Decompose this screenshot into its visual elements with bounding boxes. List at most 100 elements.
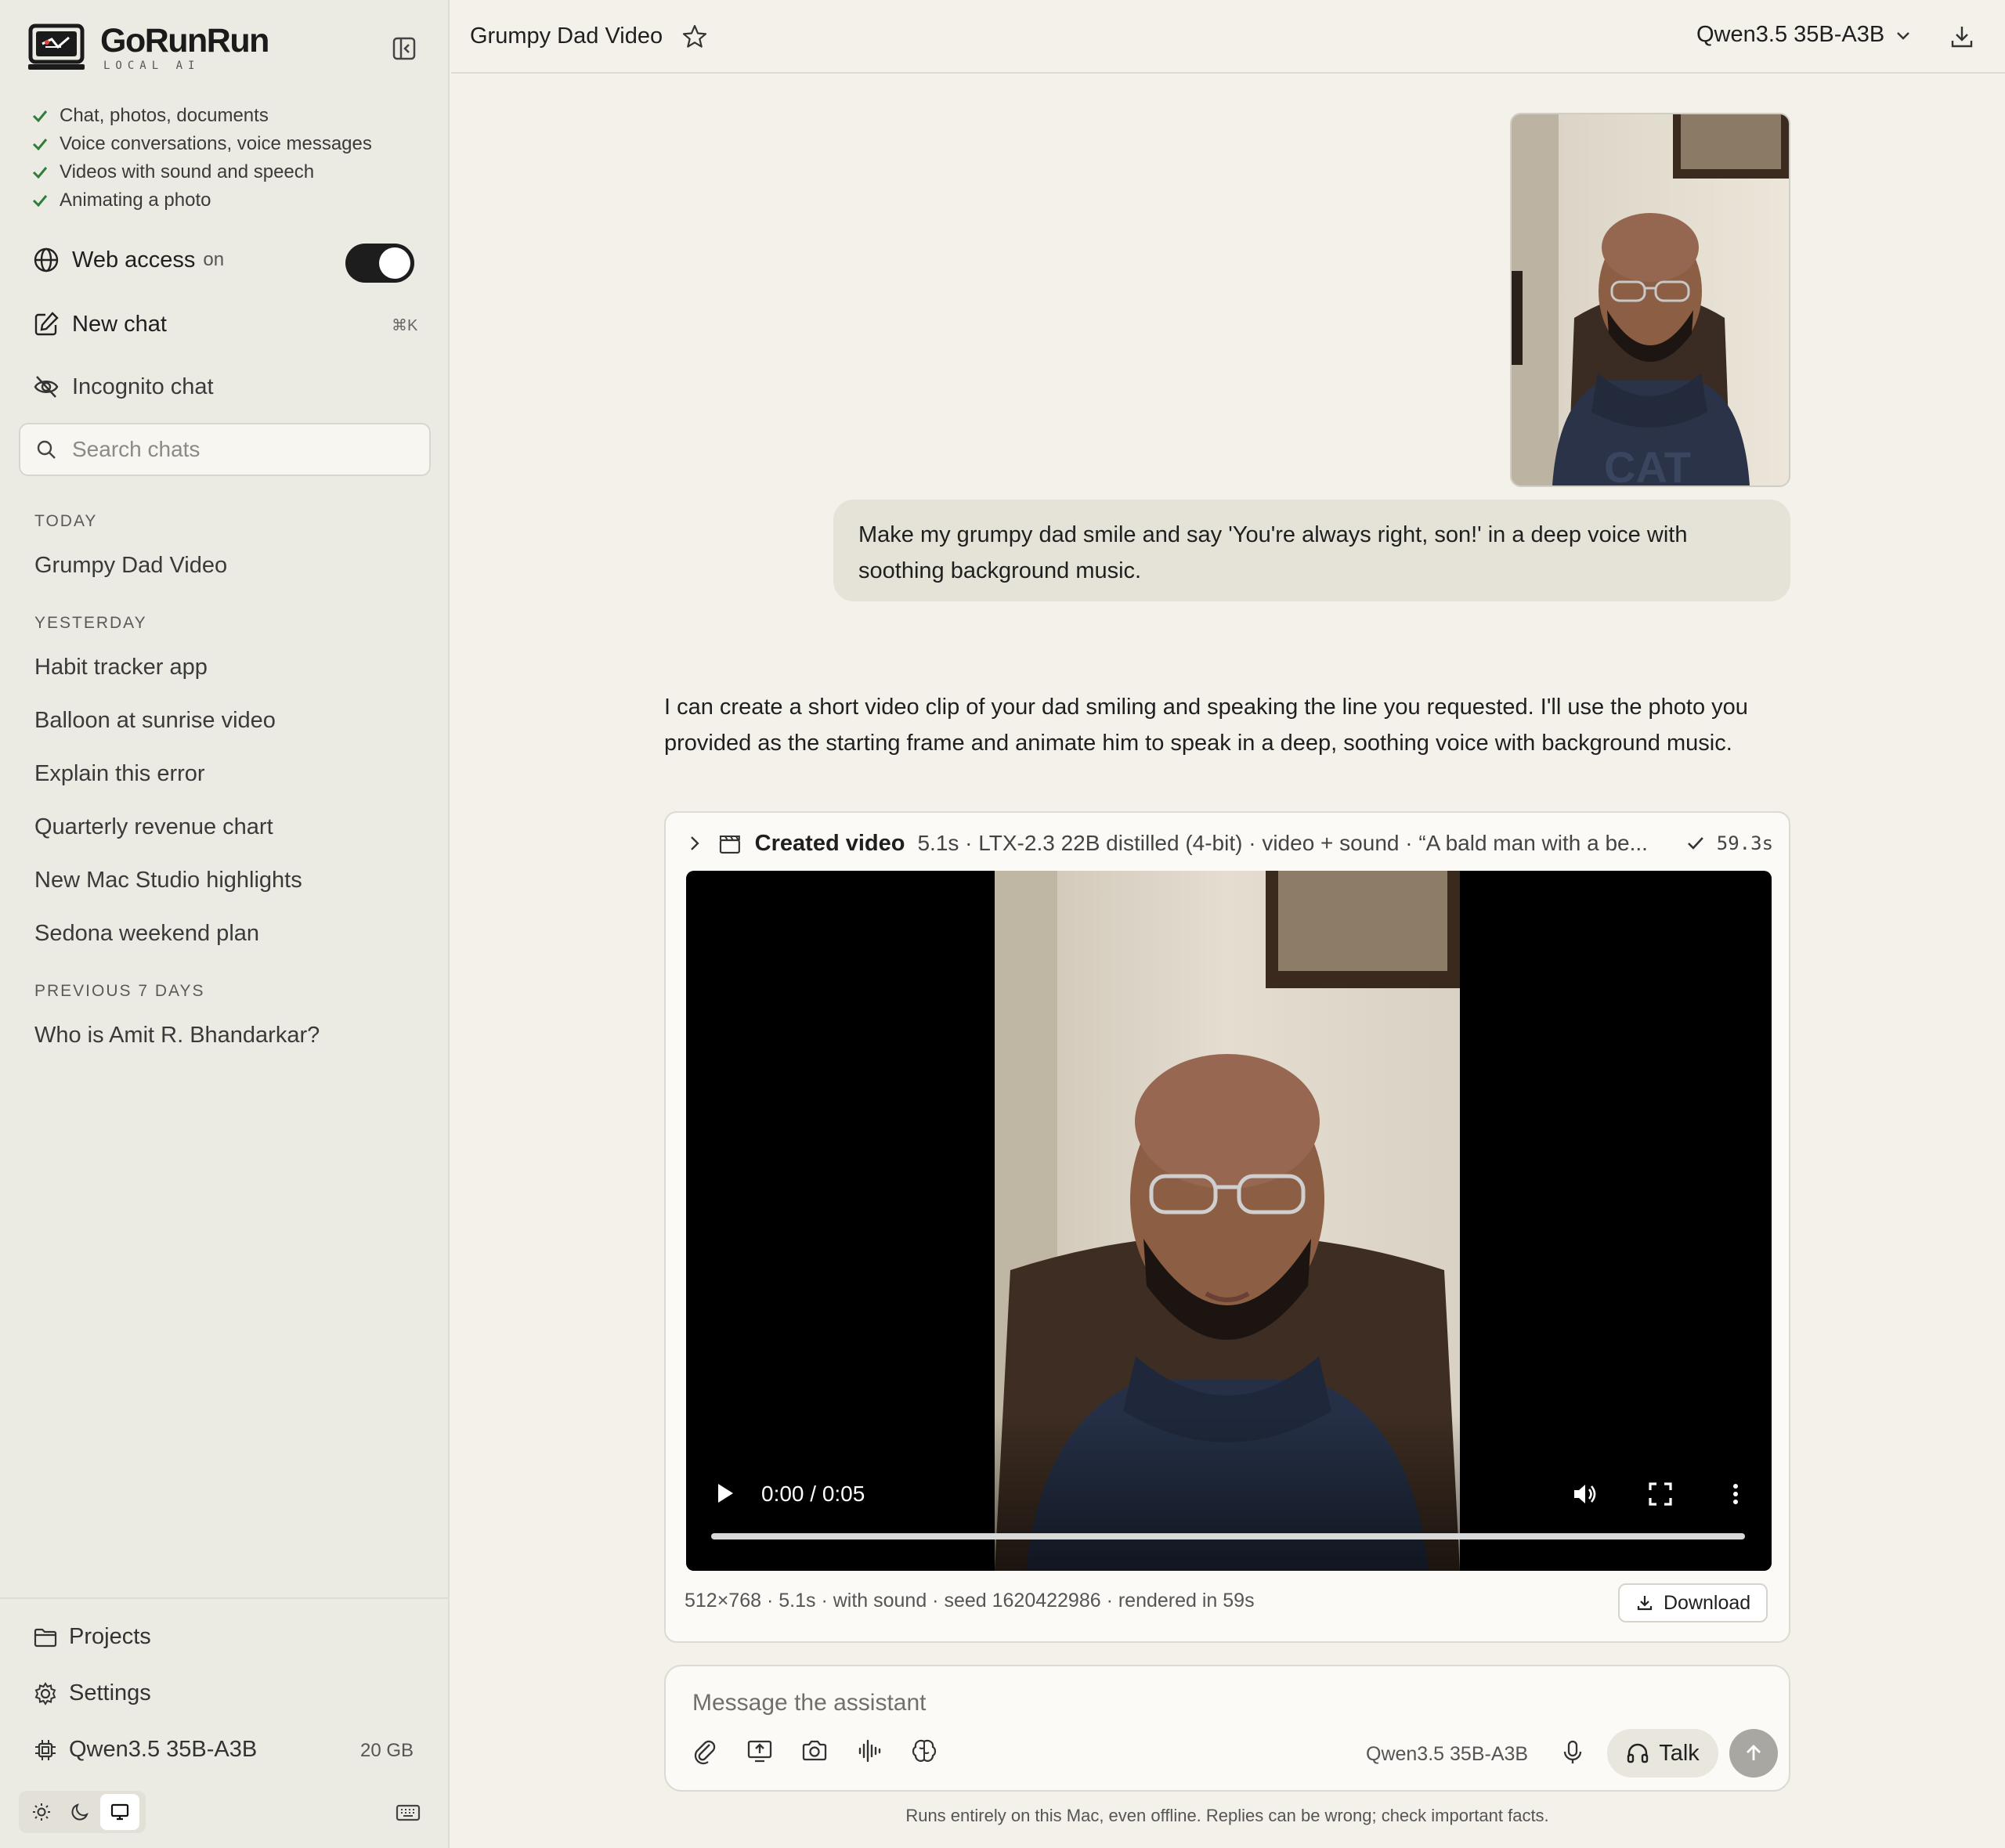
feature-label: Chat, photos, documents	[60, 105, 269, 126]
dark-theme-button[interactable]	[61, 1794, 100, 1830]
download-button[interactable]: Download	[1618, 1583, 1768, 1622]
search-icon	[37, 440, 56, 459]
edit-icon	[34, 312, 59, 336]
more-vertical-icon[interactable]	[1721, 1480, 1750, 1508]
brain-icon[interactable]	[910, 1737, 938, 1765]
projects-label: Projects	[69, 1624, 151, 1649]
chevron-right-icon[interactable]	[685, 833, 705, 854]
audio-waveform-icon[interactable]	[855, 1737, 883, 1765]
check-icon	[32, 167, 48, 179]
light-theme-button[interactable]	[22, 1794, 61, 1830]
chat-item[interactable]: New Mac Studio highlights	[34, 868, 302, 893]
projects-button[interactable]: Projects	[33, 1624, 151, 1650]
volume-icon[interactable]	[1571, 1480, 1599, 1508]
user-attached-photo[interactable]: CAT	[1510, 113, 1790, 487]
incognito-label: Incognito chat	[72, 374, 214, 399]
talk-button[interactable]: Talk	[1607, 1729, 1718, 1778]
feature-item: Chat, photos, documents	[31, 102, 372, 130]
chat-item[interactable]: Balloon at sunrise video	[34, 708, 276, 734]
disclaimer: Runs entirely on this Mac, even offline.…	[905, 1806, 1549, 1825]
assistant-message: I can create a short video clip of your …	[664, 695, 1748, 756]
toggle-knob	[379, 247, 410, 279]
incognito-chat-button[interactable]: Incognito chat	[33, 374, 214, 400]
microphone-icon[interactable]	[1559, 1738, 1587, 1767]
created-video-card: Created video 5.1s · LTX-2.3 22B distill…	[664, 811, 1790, 1643]
model-status-label: Qwen3.5 35B-A3B	[69, 1737, 258, 1762]
headphones-icon	[1627, 1743, 1649, 1763]
paperclip-icon[interactable]	[691, 1737, 719, 1765]
tool-name: Created video	[754, 830, 905, 856]
svg-text:CAT: CAT	[1604, 442, 1691, 485]
app-logo[interactable]: GoRunRun LOCAL AI	[28, 23, 269, 72]
arrow-up-icon	[1747, 1745, 1761, 1760]
new-chat-button[interactable]: New chat	[33, 311, 167, 337]
feature-label: Videos with sound and speech	[60, 161, 315, 182]
chat-item[interactable]: Explain this error	[34, 761, 205, 787]
sidebar-divider	[0, 1597, 450, 1599]
system-theme-button[interactable]	[100, 1794, 139, 1830]
web-access-toggle[interactable]	[345, 244, 414, 283]
chat-item[interactable]: Habit tracker app	[34, 655, 208, 680]
feature-label: Animating a photo	[60, 189, 211, 211]
theme-switcher	[19, 1791, 146, 1833]
eye-off-icon	[34, 376, 59, 398]
tool-meta: 5.1s · LTX-2.3 22B distilled (4-bit) · v…	[917, 831, 1648, 855]
logo-icon	[28, 23, 85, 70]
feature-label: Voice conversations, voice messages	[60, 133, 372, 154]
search-input[interactable]	[70, 436, 418, 463]
check-icon	[32, 139, 48, 151]
app-name: GoRunRun	[100, 22, 269, 60]
settings-label: Settings	[69, 1680, 151, 1705]
chat-item[interactable]: Quarterly revenue chart	[34, 814, 273, 840]
chevron-down-icon	[1897, 31, 1910, 40]
message-input[interactable]	[691, 1688, 1712, 1726]
sun-icon	[33, 1803, 50, 1821]
model-selector-label: Qwen3.5 35B-A3B	[1696, 22, 1885, 47]
chat-title[interactable]: Grumpy Dad Video	[470, 23, 663, 49]
talk-label: Talk	[1659, 1740, 1700, 1766]
chat-item[interactable]: Who is Amit R. Bhandarkar?	[34, 1023, 320, 1049]
keyboard-icon[interactable]	[395, 1799, 421, 1826]
play-icon[interactable]	[711, 1480, 738, 1507]
app-tagline: LOCAL AI	[103, 60, 200, 72]
download-icon	[1637, 1596, 1653, 1611]
globe-icon	[34, 247, 59, 273]
chat-item[interactable]: Grumpy Dad Video	[34, 553, 227, 579]
group-label-yesterday: YESTERDAY	[34, 614, 147, 632]
feature-list: Chat, photos, documents Voice conversati…	[31, 102, 372, 215]
send-button[interactable]	[1729, 1729, 1778, 1778]
video-player[interactable]: 0:00 / 0:05	[686, 871, 1772, 1571]
message-composer: Qwen3.5 35B-A3B Talk	[664, 1665, 1790, 1792]
screen-share-icon[interactable]	[746, 1737, 774, 1765]
sidebar: GoRunRun LOCAL AI Chat, photos, document…	[0, 0, 450, 1848]
tool-duration: 59.3s	[1716, 832, 1774, 854]
chat-item[interactable]: Sedona weekend plan	[34, 921, 259, 947]
feature-item: Videos with sound and speech	[31, 158, 372, 186]
settings-button[interactable]: Settings	[33, 1680, 151, 1706]
check-icon	[32, 195, 48, 208]
web-access-label: Web access	[72, 247, 196, 273]
model-status-button[interactable]: Qwen3.5 35B-A3B	[33, 1737, 257, 1763]
monitor-icon	[110, 1803, 129, 1821]
user-message: Make my grumpy dad smile and say 'You're…	[833, 500, 1790, 601]
video-info: 512×768 · 5.1s · with sound · seed 16204…	[685, 1590, 1255, 1612]
camera-icon[interactable]	[800, 1737, 829, 1765]
download-icon[interactable]	[1949, 23, 1975, 50]
collapse-sidebar-icon[interactable]	[392, 36, 417, 61]
model-selector[interactable]: Qwen3.5 35B-A3B	[1696, 22, 1913, 48]
video-progress-bar[interactable]	[711, 1533, 1745, 1539]
composer-model-label[interactable]: Qwen3.5 35B-A3B	[1366, 1743, 1528, 1766]
star-icon[interactable]	[681, 23, 708, 50]
folder-icon	[34, 1628, 57, 1647]
new-chat-shortcut: ⌘K	[392, 317, 418, 334]
check-icon	[32, 110, 48, 123]
tool-call-header[interactable]: Created video 5.1s · LTX-2.3 22B distill…	[685, 830, 1773, 857]
fullscreen-icon[interactable]	[1646, 1480, 1674, 1508]
feature-item: Animating a photo	[31, 186, 372, 215]
chat-header: Grumpy Dad Video Qwen3.5 35B-A3B	[451, 0, 2005, 74]
gear-icon	[34, 1681, 56, 1705]
photo-image: CAT	[1512, 114, 1789, 485]
check-icon	[1687, 837, 1703, 850]
video-time: 0:00 / 0:05	[761, 1482, 865, 1506]
chip-icon	[35, 1739, 56, 1760]
